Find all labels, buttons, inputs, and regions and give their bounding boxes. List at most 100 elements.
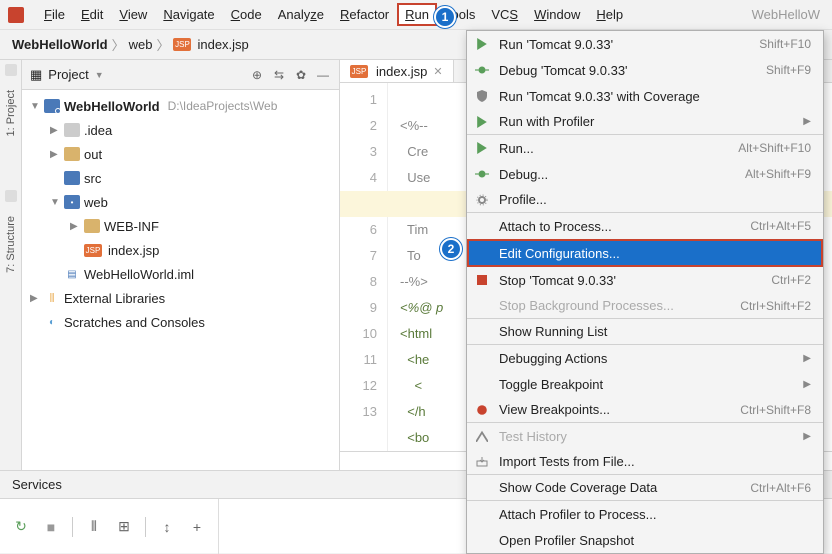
jsp-file-icon: JSP [173, 38, 191, 51]
stop-icon[interactable]: ■ [42, 518, 60, 536]
expand-icon[interactable]: ⇆ [271, 67, 287, 83]
play-icon [473, 36, 491, 52]
dropdown-icon[interactable]: ▼ [95, 70, 104, 80]
collapse-icon[interactable]: ⊕ [249, 67, 265, 83]
tree-idea[interactable]: ▶ .idea [22, 118, 339, 142]
project-tree: ▼ WebHelloWorld D:\IdeaProjects\Web ▶ .i… [22, 90, 339, 338]
menu-edit[interactable]: Edit [73, 3, 111, 26]
menu-item-profile[interactable]: Profile... [467, 187, 823, 213]
gutter-icon[interactable] [5, 190, 17, 202]
breadcrumb-root[interactable]: WebHelloWorld [12, 37, 108, 52]
folder-icon [64, 123, 80, 137]
panel-title: Project [48, 67, 88, 82]
menu-code[interactable]: Code [223, 3, 270, 26]
callout-2: 2 [440, 238, 462, 260]
menu-item-show-code-coverage-data[interactable]: Show Code Coverage Data Ctrl+Alt+F6 [467, 475, 823, 501]
folder-icon [64, 147, 80, 161]
menu-run[interactable]: Run [397, 3, 437, 26]
add-icon[interactable]: + [188, 518, 206, 536]
menu-item-view-breakpoints[interactable]: View Breakpoints... Ctrl+Shift+F8 [467, 397, 823, 423]
menu-item-import-tests-from-file[interactable]: Import Tests from File... [467, 449, 823, 475]
blank-icon [473, 376, 491, 392]
left-gutter: 1: Project 7: Structure [0, 60, 22, 470]
scratch-icon: ◐ [44, 315, 60, 329]
tree-libs[interactable]: ▶ ⫼ External Libraries [22, 286, 339, 310]
bug-icon [473, 62, 491, 78]
menu-item-attach-to-process[interactable]: Attach to Process... Ctrl+Alt+F5 [467, 213, 823, 239]
menu-navigate[interactable]: Navigate [155, 3, 222, 26]
menu-analyze[interactable]: Analyze [270, 3, 332, 26]
window-title: WebHelloW [752, 7, 824, 22]
gutter-icon[interactable] [5, 64, 17, 76]
menu-item-run-tomcat-9-0-33-with-coverage[interactable]: Run 'Tomcat 9.0.33' with Coverage [467, 83, 823, 109]
menu-view[interactable]: View [111, 3, 155, 26]
bug-icon [473, 166, 491, 182]
menu-item-run-tomcat-9-0-33[interactable]: Run 'Tomcat 9.0.33' Shift+F10 [467, 31, 823, 57]
editor-tab-indexjsp[interactable]: JSP index.jsp ✕ [340, 60, 454, 82]
menu-item-open-profiler-snapshot[interactable]: Open Profiler Snapshot [467, 527, 823, 553]
callout-1: 1 [434, 6, 456, 28]
submenu-arrow-icon: ▶ [803, 116, 811, 127]
play-icon [473, 114, 491, 130]
menu-file[interactable]: File [36, 3, 73, 26]
gear-icon[interactable]: ✿ [293, 67, 309, 83]
menu-vcs[interactable]: VCS [483, 3, 526, 26]
menu-item-stop-background-processes: Stop Background Processes... Ctrl+Shift+… [467, 293, 823, 319]
submenu-arrow-icon: ▶ [803, 353, 811, 364]
breadcrumb-web[interactable]: web [129, 37, 153, 52]
tree-iml[interactable]: ▤ WebHelloWorld.iml [22, 262, 339, 286]
hide-icon[interactable]: — [315, 67, 331, 83]
library-icon: ⫼ [44, 291, 60, 305]
menu-item-run[interactable]: Run... Alt+Shift+F10 [467, 135, 823, 161]
menu-item-toggle-breakpoint[interactable]: Toggle Breakpoint ▶ [467, 371, 823, 397]
tree-root[interactable]: ▼ WebHelloWorld D:\IdeaProjects\Web [22, 94, 339, 118]
chevron-right-icon: ▶ [50, 149, 60, 160]
folder-icon: • [64, 195, 80, 209]
tree-icon[interactable]: ⊞ [115, 518, 133, 536]
chevron-right-icon: ▶ [30, 293, 40, 304]
menu-window[interactable]: Window [526, 3, 588, 26]
tree-out[interactable]: ▶ out [22, 142, 339, 166]
blank-icon [473, 532, 491, 548]
side-tab-structure[interactable]: 7: Structure [3, 206, 19, 283]
tree-src[interactable]: src [22, 166, 339, 190]
rerun-icon[interactable]: ↻ [12, 518, 30, 536]
filter-icon[interactable]: ⫴ [85, 518, 103, 536]
menu-item-edit-configurations[interactable]: Edit Configurations... [467, 239, 823, 267]
shield-icon [473, 88, 491, 104]
menu-item-debugging-actions[interactable]: Debugging Actions ▶ [467, 345, 823, 371]
run-context-menu: Run 'Tomcat 9.0.33' Shift+F10 Debug 'Tom… [466, 30, 824, 554]
folder-icon [64, 171, 80, 185]
tree-indexjsp[interactable]: JSP index.jsp [22, 238, 339, 262]
dot-icon [473, 402, 491, 418]
blank-icon [473, 245, 491, 261]
menu-item-run-with-profiler[interactable]: Run with Profiler ▶ [467, 109, 823, 135]
chevron-down-icon: ▼ [30, 101, 40, 112]
side-tab-project[interactable]: 1: Project [3, 80, 19, 146]
blank-icon [473, 480, 491, 496]
blank-icon [473, 506, 491, 522]
menu-item-show-running-list[interactable]: Show Running List [467, 319, 823, 345]
menu-item-debug-tomcat-9-0-33[interactable]: Debug 'Tomcat 9.0.33' Shift+F9 [467, 57, 823, 83]
line-gutter: 12345678910111213 [340, 83, 388, 451]
expand-icon[interactable]: ↕ [158, 518, 176, 536]
submenu-arrow-icon: ▶ [803, 379, 811, 390]
menu-item-stop-tomcat-9-0-33[interactable]: Stop 'Tomcat 9.0.33' Ctrl+F2 [467, 267, 823, 293]
tree-webinf[interactable]: ▶ WEB-INF [22, 214, 339, 238]
services-toolbar: ↻ ■ ⫴ ⊞ ↕ + [0, 499, 218, 554]
app-icon [8, 7, 24, 23]
menu-item-attach-profiler-to-process[interactable]: Attach Profiler to Process... [467, 501, 823, 527]
menu-item-debug[interactable]: Debug... Alt+Shift+F9 [467, 161, 823, 187]
tree-scratches[interactable]: ◐ Scratches and Consoles [22, 310, 339, 334]
menu-refactor[interactable]: Refactor [332, 3, 397, 26]
jsp-file-icon: JSP [84, 244, 102, 257]
close-icon[interactable]: ✕ [433, 65, 442, 78]
blank-icon [473, 298, 491, 314]
chevron-right-icon: ▶ [70, 221, 80, 232]
project-panel: ▦ Project ▼ ⊕ ⇆ ✿ — ▼ WebHelloWorld D:\I… [22, 60, 340, 470]
play-icon [473, 140, 491, 156]
breadcrumb-file[interactable]: index.jsp [197, 37, 248, 52]
menu-help[interactable]: Help [588, 3, 631, 26]
tree-web[interactable]: ▼ • web [22, 190, 339, 214]
menu-item-test-history: Test History ▶ [467, 423, 823, 449]
